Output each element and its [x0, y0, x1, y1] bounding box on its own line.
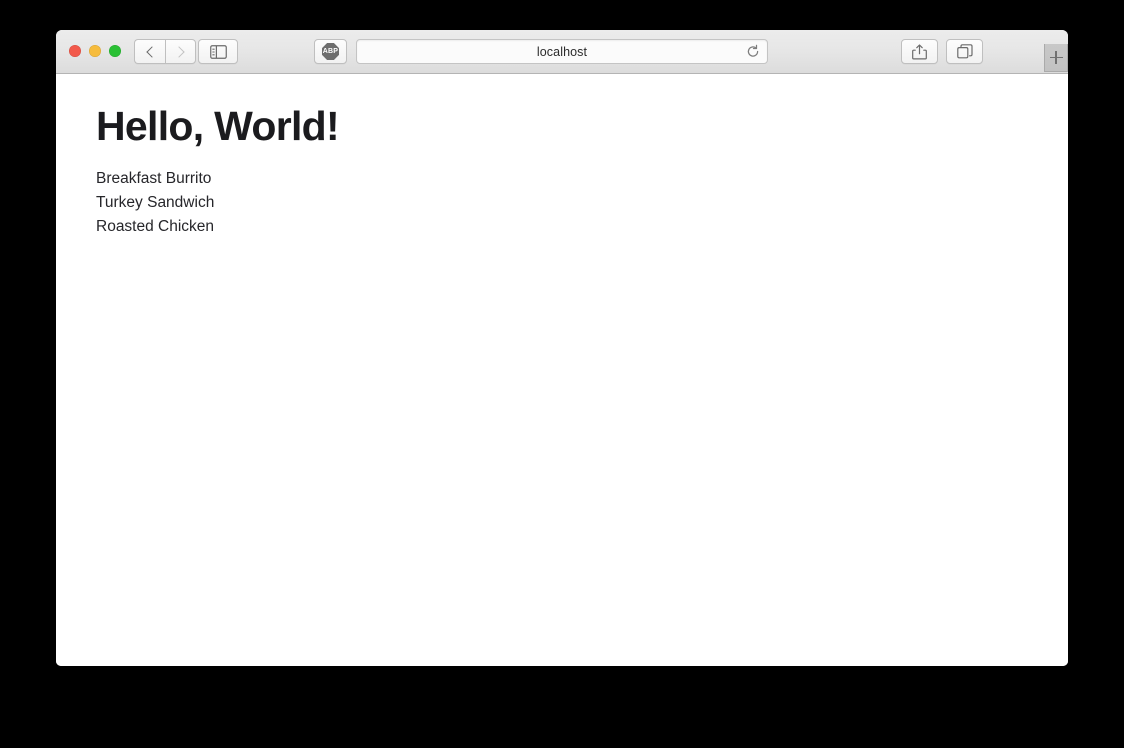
reload-button[interactable] — [745, 44, 760, 59]
sidebar-toggle-button[interactable] — [198, 39, 238, 64]
list-item: Turkey Sandwich — [96, 194, 215, 211]
menu-item-list: Breakfast Burrito Turkey Sandwich Roaste… — [96, 167, 1068, 239]
chevron-left-icon — [145, 45, 158, 58]
forward-button[interactable] — [165, 39, 196, 64]
new-tab-button[interactable] — [1044, 44, 1068, 72]
share-icon — [912, 43, 927, 59]
adblock-plus-button[interactable]: ABP — [314, 39, 347, 64]
maximize-window-button[interactable] — [109, 45, 121, 57]
share-button[interactable] — [901, 39, 938, 64]
abp-icon: ABP — [322, 43, 339, 60]
browser-window: ABP localhost Hello, World! Breakfast Bu… — [56, 30, 1068, 666]
list-item: Breakfast Burrito — [96, 170, 212, 187]
page-title: Hello, World! — [96, 103, 340, 149]
page-content: Hello, World! Breakfast Burrito Turkey S… — [56, 75, 1068, 666]
close-window-button[interactable] — [69, 45, 81, 57]
plus-icon-vertical — [1055, 51, 1057, 64]
address-bar-text: localhost — [536, 44, 588, 59]
browser-toolbar: ABP localhost — [56, 30, 1068, 74]
window-controls — [69, 45, 121, 57]
content-wrapper: Hello, World! Breakfast Burrito Turkey S… — [56, 75, 1068, 239]
show-all-tabs-button[interactable] — [946, 39, 983, 64]
sidebar-toggle-icon — [209, 44, 227, 59]
reload-icon — [747, 44, 758, 57]
back-button[interactable] — [134, 39, 165, 64]
list-item: Roasted Chicken — [96, 218, 215, 235]
show-all-tabs-icon — [956, 44, 973, 59]
address-bar[interactable]: localhost — [356, 39, 768, 64]
chevron-right-icon — [173, 45, 185, 58]
minimize-window-button[interactable] — [89, 45, 101, 57]
